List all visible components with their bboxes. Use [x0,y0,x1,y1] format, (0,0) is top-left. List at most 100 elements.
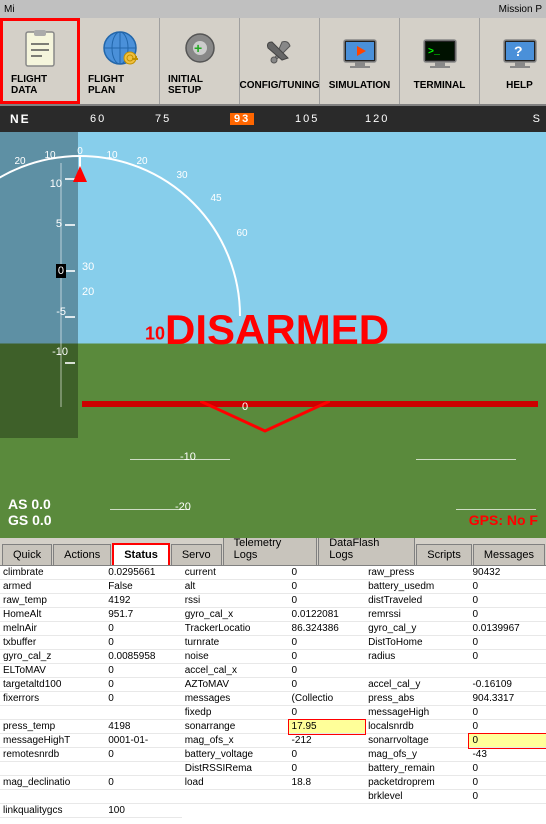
data-key-messageHighT: messageHighT [0,734,105,748]
tab-scripts[interactable]: Scripts [416,544,472,565]
compass-s: S [533,113,542,125]
tab-servo[interactable]: Servo [171,544,222,565]
data-val- [105,762,182,776]
tab-strip: Quick Actions Status Servo Telemetry Log… [0,538,546,566]
topbar-left: Mi [4,4,15,15]
data-val-packetdroprem: 0 [469,776,546,790]
nav-help[interactable]: ? HELP [480,18,546,104]
data-key-targetaltd100: targetaltd100 [0,678,105,692]
svg-text:10: 10 [106,150,118,161]
data-key-fixedp: fixedp [182,706,289,720]
tab-actions[interactable]: Actions [53,544,111,565]
data-key-DistRSSIRema: DistRSSIRema [182,762,289,776]
data-val-turnrate: 0 [289,636,366,650]
data-key-remrssi: remrssi [365,608,469,622]
data-key-HomeAlt: HomeAlt [0,608,105,622]
data-key-txbuffer: txbuffer [0,636,105,650]
data-key-climbrate: climbrate [0,566,105,580]
data-key-rssi: rssi [182,594,289,608]
tab-quick[interactable]: Quick [2,544,52,565]
data-key-DistToHome: DistToHome [365,636,469,650]
data-val-txbuffer: 0 [105,636,182,650]
pitch-label-20: 20 [82,286,94,298]
data-key-linkqualitygcs: linkqualitygcs [0,804,105,818]
svg-text:+: + [194,40,202,56]
data-key-noise: noise [182,650,289,664]
data-val-sonarrvoltage: 0 [469,734,546,748]
clipboard-icon [18,26,62,70]
data-key-press_abs: press_abs [365,692,469,706]
data-val-gyro_cal_y: 0.0139967 [469,622,546,636]
pitch-neg20: -20 [175,501,191,513]
data-key- [0,706,105,720]
data-val-remrssi: 0 [469,608,546,622]
nav-simulation[interactable]: SIMULATION [320,18,400,104]
nav-flight-data-label: FLIGHT DATA [11,74,69,96]
data-val-gyro_cal_x: 0.0122081 [289,608,366,622]
data-val-radius: 0 [469,650,546,664]
data-val-noise: 0 [289,650,366,664]
svg-text:?: ? [514,43,523,59]
nav-terminal[interactable]: >_ TERMINAL [400,18,480,104]
monitor-icon [338,32,382,76]
disarmed-status: 10DISARMED [145,306,389,354]
topbar-right: Mission P [499,4,542,15]
nav-flight-plan[interactable]: FLIGHT PLAN [80,18,160,104]
data-key-mag_ofs_x: mag_ofs_x [182,734,289,748]
data-val-AZToMAV: 0 [289,678,366,692]
data-key-melnAir: melnAir [0,622,105,636]
disarmed-prefix: 10 [145,323,165,343]
data-key-messageHigh: messageHigh [365,706,469,720]
svg-text:30: 30 [176,170,188,181]
nav-menu: FLIGHT DATA FLIGHT PLAN + [0,18,546,106]
data-val-targetaltd100: 0 [105,678,182,692]
data-val-rssi: 0 [289,594,366,608]
topbar: Mi Mission P [0,0,546,18]
nav-initial-setup[interactable]: + INITIAL SETUP [160,18,240,104]
nav-initial-setup-label: INITIAL SETUP [168,74,231,96]
data-val-mag_declinatio: 0 [105,776,182,790]
disarmed-text: DISARMED [165,306,389,353]
data-key-load: load [182,776,289,790]
nav-terminal-label: TERMINAL [414,80,466,91]
svg-text:20: 20 [14,156,26,167]
data-key-brklevel: brklevel [365,790,469,804]
tab-status[interactable]: Status [112,543,170,565]
data-val- [289,790,366,804]
data-val-battery_voltage: 0 [289,748,366,762]
data-key-remotesnrdb: remotesnrdb [0,748,105,762]
pitch-line-neg10-right [416,459,516,460]
data-val-gyro_cal_z: 0.0085958 [105,650,182,664]
svg-text:0: 0 [77,146,83,157]
compass-120: 120 [365,113,389,125]
data-val-brklevel: 0 [469,790,546,804]
data-key-AZToMAV: AZToMAV [182,678,289,692]
data-val-mag_ofs_x: -212 [289,734,366,748]
groundspeed-label: GS 0.0 [8,512,52,528]
alt-neg10: -10 [52,346,68,358]
data-val-HomeAlt: 951.7 [105,608,182,622]
terminal-icon: >_ [418,32,462,76]
data-val-messageHigh: 0 [469,706,546,720]
data-key-messages: messages [182,692,289,706]
nav-config-tuning[interactable]: CONFIG/TUNING [240,18,320,104]
svg-text:60: 60 [236,228,248,239]
data-val-DistRSSIRema: 0 [289,762,366,776]
svg-text:20: 20 [136,156,148,167]
tab-messages[interactable]: Messages [473,544,545,565]
nav-flight-data[interactable]: FLIGHT DATA [0,18,80,104]
data-val-DistToHome: 0 [469,636,546,650]
data-key- [365,664,469,678]
data-val-mag_ofs_y: -43 [469,748,546,762]
data-key- [0,790,105,804]
data-val-TrackerLocatio: 86.324386 [289,622,366,636]
data-key-battery_usedm: battery_usedm [365,580,469,594]
data-val-alt: 0 [289,580,366,594]
red-chevron-svg [200,401,330,441]
data-val-ELToMAV: 0 [105,664,182,678]
globe-icon [98,26,142,70]
data-val-press_abs: 904.3317 [469,692,546,706]
data-key-radius: radius [365,650,469,664]
nav-simulation-label: SIMULATION [329,80,390,91]
data-key-alt: alt [182,580,289,594]
